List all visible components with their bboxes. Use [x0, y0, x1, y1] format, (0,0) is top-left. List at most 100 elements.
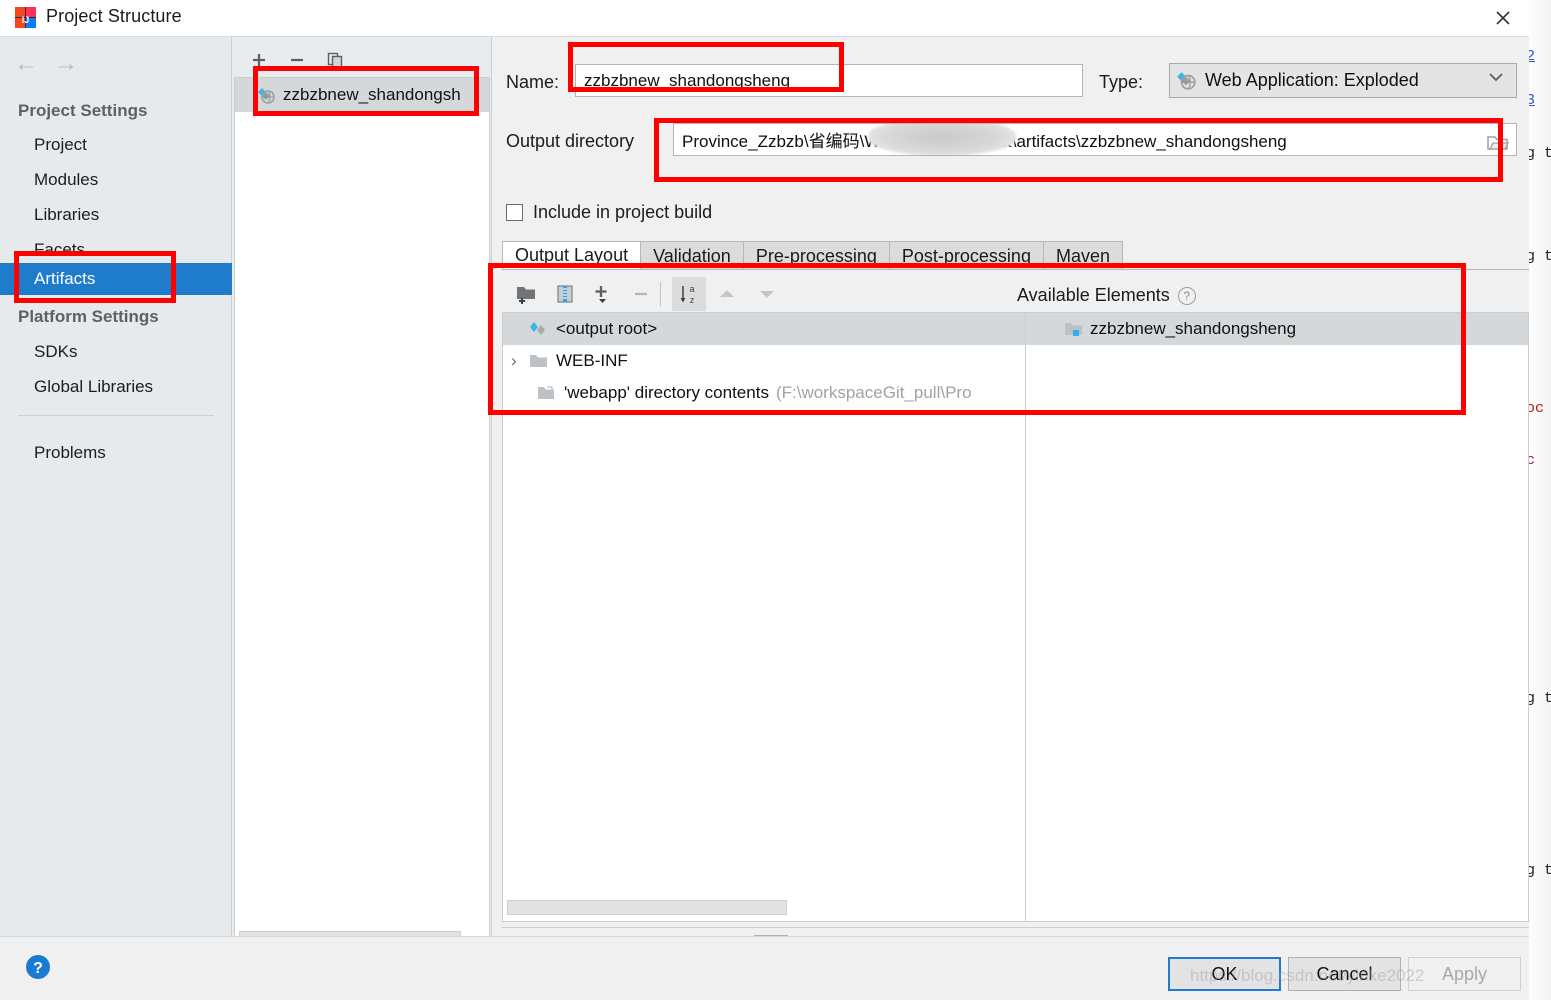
arrow-down-icon[interactable] — [750, 277, 784, 311]
output-root-tree[interactable]: <output root> › WEB-INF 'webapp' directo… — [503, 313, 1026, 921]
sidebar-divider — [18, 415, 214, 416]
tree-expander[interactable]: › — [511, 351, 529, 371]
tab-label: Maven — [1055, 245, 1110, 266]
tree-row[interactable]: 'webapp' directory contents (F:\workspac… — [503, 377, 1025, 409]
folder-add-icon[interactable] — [510, 277, 544, 311]
svg-text:?: ? — [33, 960, 43, 977]
output-directory-input[interactable]: Province_Zzbzb\省 编码\WEB\zzbzbnew\out\art… — [673, 123, 1517, 156]
artifact-editor-panel: Name: zzbzbnew_shandongsheng Type: Web A… — [492, 37, 1529, 965]
arrow-left-icon[interactable]: ← — [14, 49, 38, 79]
sort-az-icon[interactable]: a z — [672, 277, 706, 311]
output-directory-value-suffix: 编码\WEB\zzbzbnew\out\artifacts\zzbzbnew_s… — [825, 132, 1287, 151]
copy-icon[interactable] — [320, 45, 350, 75]
trees-bottom-divider — [502, 927, 1529, 928]
folder-icon — [529, 353, 548, 369]
artifact-list-item[interactable]: zzbzbnew_shandongsh — [235, 78, 489, 112]
background-code-token: g t — [1528, 248, 1551, 265]
include-in-project-build-label: Include in project build — [533, 202, 713, 222]
archive-icon[interactable] — [548, 277, 582, 311]
artifacts-list[interactable]: zzbzbnew_shandongsh — [234, 77, 490, 957]
add-artifact-button[interactable] — [244, 45, 274, 75]
artifact-type-select[interactable]: Web Application: Exploded — [1169, 63, 1517, 98]
tab-label: Post-processing — [901, 245, 1031, 266]
tab-label: Output Layout — [515, 245, 629, 265]
available-elements-tree[interactable]: zzbzbnew_shandongsheng — [1026, 313, 1528, 921]
type-label: Type: — [1099, 72, 1144, 92]
toolbar-separator — [660, 282, 661, 306]
plus-dropdown-icon[interactable] — [586, 277, 620, 311]
cancel-button[interactable]: Cancel — [1288, 957, 1401, 991]
background-code-token: oc — [1527, 400, 1545, 417]
ok-button-label: OK — [1211, 963, 1238, 984]
sidebar-item-label: Problems — [34, 443, 106, 462]
include-in-project-build-checkbox[interactable]: Include in project build — [506, 202, 712, 223]
sidebar-group-project-settings: Project Settings — [18, 101, 148, 120]
name-input-value: zzbzbnew_shandongsheng — [584, 70, 791, 90]
sidebar-item-sdks[interactable]: SDKs — [0, 336, 232, 368]
web-artifact-icon — [257, 86, 276, 105]
sidebar-item-modules[interactable]: Modules — [0, 164, 232, 196]
module-folder-icon — [1064, 321, 1083, 337]
tree-row[interactable]: › WEB-INF — [503, 345, 1025, 377]
artifact-root-icon — [529, 321, 548, 337]
name-label: Name: — [506, 72, 560, 92]
close-icon[interactable] — [1477, 0, 1529, 36]
ok-button[interactable]: OK — [1168, 957, 1281, 991]
tab-pre-processing[interactable]: Pre-processing — [742, 241, 890, 270]
output-directory-value-prefix: Province_Zzbzb\省 — [682, 132, 826, 151]
folder-link-icon — [537, 385, 556, 401]
title-bar: IJ Project Structure — [0, 0, 1529, 36]
tab-maven[interactable]: Maven — [1042, 241, 1123, 270]
tab-label: Pre-processing — [755, 245, 877, 266]
sidebar-item-label: Artifacts — [34, 269, 96, 288]
svg-text:a: a — [689, 284, 694, 294]
tabs-underline — [502, 269, 1529, 270]
output-tree-hscrollbar[interactable] — [507, 900, 787, 915]
tab-label: Validation — [653, 245, 731, 266]
artifact-tabs: Output Layout Validation Pre-processing … — [502, 240, 1123, 270]
name-input[interactable]: zzbzbnew_shandongsheng — [575, 64, 1083, 97]
tab-validation[interactable]: Validation — [640, 241, 744, 270]
tree-row-detail: (F:\workspaceGit_pull\Pro — [775, 383, 972, 402]
apply-button: Apply — [1408, 957, 1521, 991]
apply-button-label: Apply — [1441, 963, 1488, 984]
arrow-up-icon[interactable] — [710, 277, 744, 311]
tab-post-processing[interactable]: Post-processing — [888, 241, 1044, 270]
output-layout-toolbar: a z — [502, 277, 792, 311]
remove-artifact-button[interactable] — [282, 45, 312, 75]
dialog-body: ← → Project Settings Project Modules Lib… — [0, 36, 1529, 965]
dialog-footer: ? OK Cancel Apply — [0, 936, 1529, 1000]
tree-row[interactable]: <output root> — [503, 313, 1025, 345]
sidebar-item-facets[interactable]: Facets — [0, 234, 232, 266]
background-code-token: g t — [1528, 862, 1551, 879]
artifacts-toolbar — [238, 45, 488, 75]
available-elements-header: Available Elements ? — [1017, 285, 1196, 306]
chevron-down-icon[interactable] — [1488, 72, 1504, 82]
artifact-type-value: Web Application: Exploded — [1205, 70, 1419, 90]
background-code-token: g t — [1528, 145, 1551, 162]
svg-text:z: z — [690, 295, 695, 305]
tree-row-label: zzbzbnew_shandongsheng — [1090, 319, 1297, 338]
sidebar-item-problems[interactable]: Problems — [0, 437, 232, 469]
sidebar-item-global-libraries[interactable]: Global Libraries — [0, 371, 232, 403]
available-elements-label: Available Elements — [1017, 285, 1170, 305]
sidebar-item-artifacts[interactable]: Artifacts — [0, 263, 232, 295]
help-circle-icon[interactable]: ? — [20, 949, 56, 985]
tree-row-label: WEB-INF — [556, 351, 628, 370]
intellij-idea-icon: IJ — [14, 6, 37, 29]
background-editor-strip: 23g tg toccg tg t — [1527, 0, 1551, 1000]
help-icon[interactable]: ? — [1177, 286, 1196, 305]
arrow-right-icon[interactable]: → — [54, 49, 78, 79]
sidebar-item-libraries[interactable]: Libraries — [0, 199, 232, 231]
tree-row[interactable]: zzbzbnew_shandongsheng — [1026, 313, 1528, 345]
artifact-list-item-label: zzbzbnew_shandongsh — [283, 85, 461, 104]
project-structure-dialog: 23g tg toccg tg t IJ Project Structure — [0, 0, 1551, 1000]
minus-icon[interactable] — [624, 277, 658, 311]
folder-browse-icon[interactable] — [1484, 129, 1512, 155]
sidebar-item-label: Libraries — [34, 205, 100, 224]
output-layout-trees: <output root> › WEB-INF 'webapp' directo… — [502, 312, 1529, 922]
tab-output-layout[interactable]: Output Layout — [502, 241, 642, 270]
sidebar-item-project[interactable]: Project — [0, 129, 232, 161]
background-code-token: g t — [1528, 690, 1551, 707]
sidebar-nav-arrows: ← → — [10, 49, 120, 83]
